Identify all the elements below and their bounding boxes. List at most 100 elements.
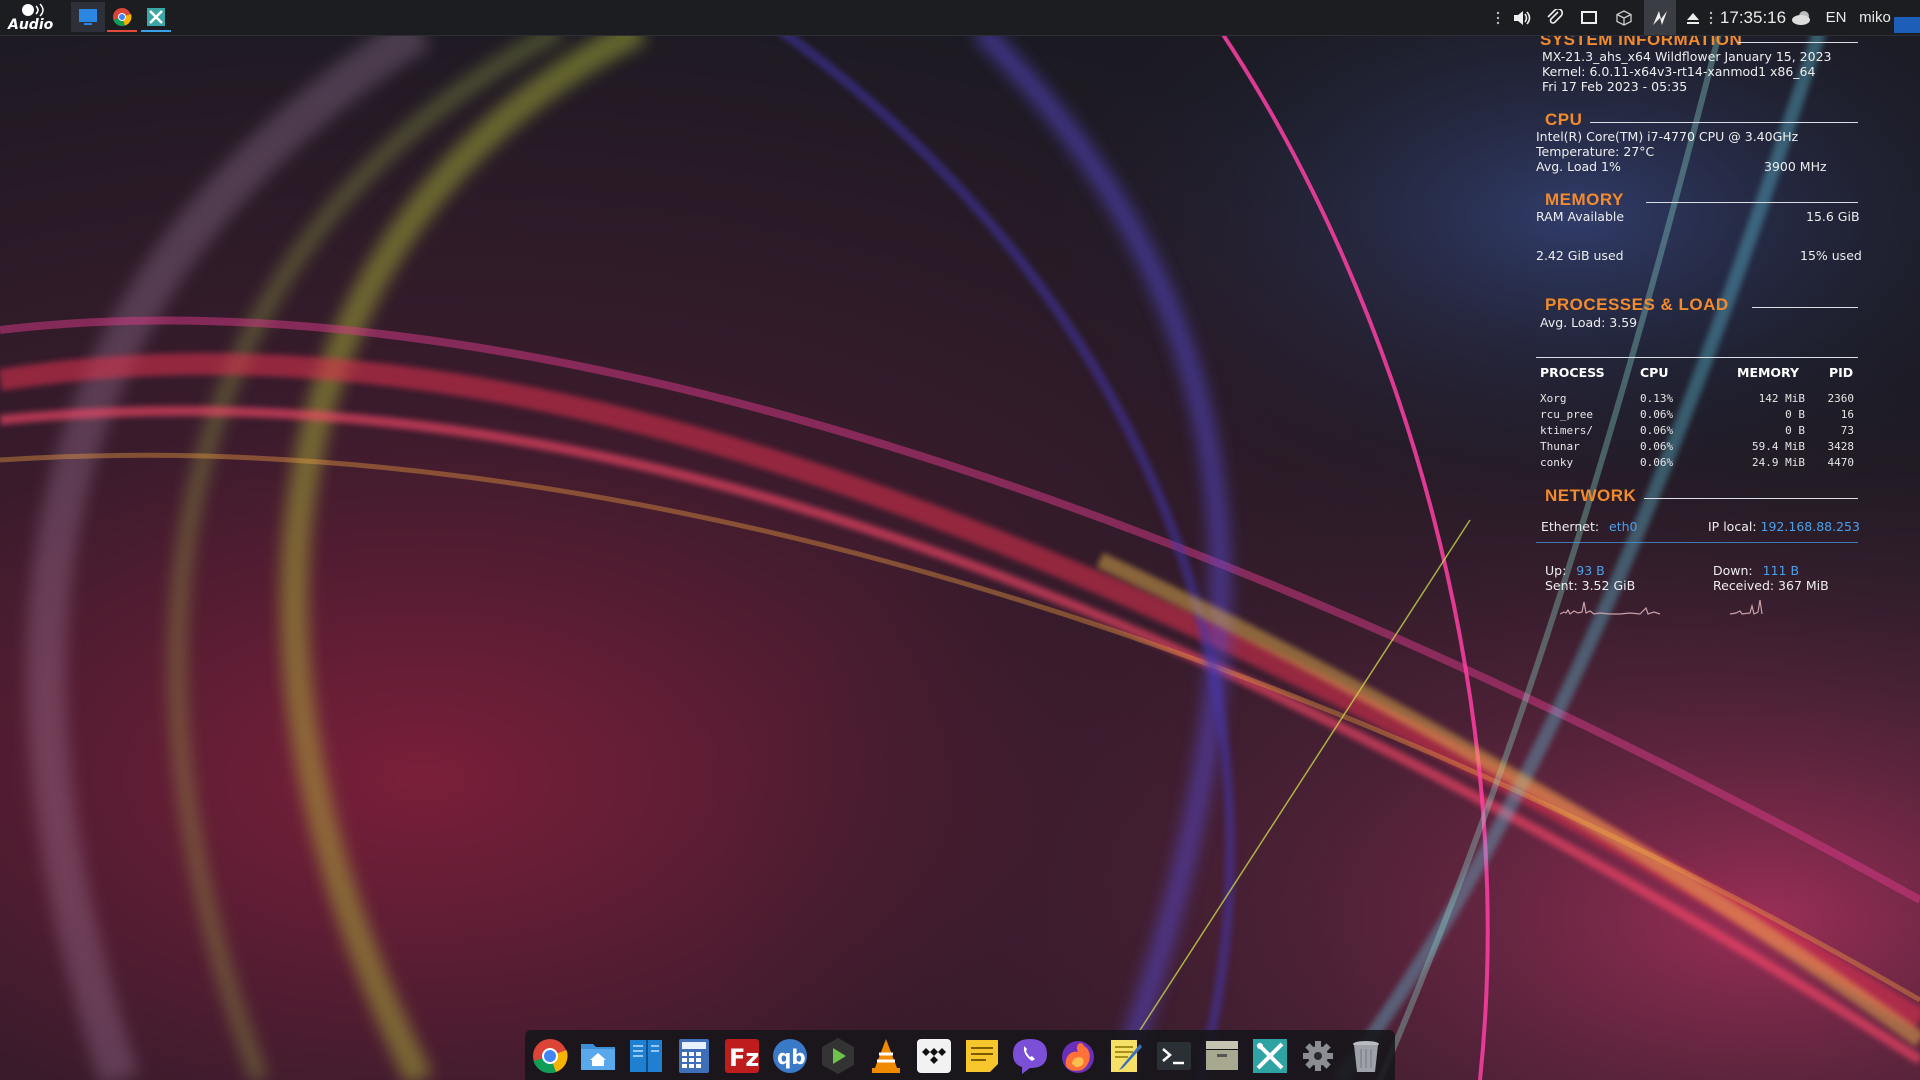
dock-item-files[interactable] bbox=[578, 1036, 618, 1076]
processes-avg-load: Avg. Load: 3.59 bbox=[1540, 315, 1638, 330]
dock-item-terminal[interactable] bbox=[1154, 1036, 1194, 1076]
dock-item-firefox[interactable] bbox=[1058, 1036, 1098, 1076]
dock-item-notes[interactable] bbox=[962, 1036, 1002, 1076]
taskbar-mx-tools[interactable] bbox=[139, 2, 173, 32]
taskbar-desktop[interactable] bbox=[71, 2, 105, 32]
filezilla-icon: Fz bbox=[725, 1039, 759, 1073]
process-cpu: 0.06% bbox=[1640, 456, 1674, 469]
process-name: Xorg bbox=[1540, 392, 1567, 405]
dock-item-viber[interactable] bbox=[1010, 1036, 1050, 1076]
column-header-memory: MEMORY bbox=[1737, 365, 1800, 380]
divider bbox=[1752, 307, 1858, 308]
divider bbox=[1536, 542, 1858, 543]
svg-text:Fz: Fz bbox=[729, 1044, 759, 1072]
tray-eject[interactable] bbox=[1681, 0, 1705, 35]
process-memory: 24.9 MiB bbox=[1752, 456, 1805, 469]
column-header-process: PROCESS bbox=[1540, 365, 1605, 380]
eject-icon bbox=[1687, 12, 1699, 24]
dock-item-text-editor[interactable] bbox=[1106, 1036, 1146, 1076]
process-pid: 16 bbox=[1840, 408, 1854, 421]
dock-item-vlc[interactable] bbox=[866, 1036, 906, 1076]
dock-item-settings[interactable] bbox=[1298, 1036, 1338, 1076]
mx-tools-icon bbox=[147, 8, 165, 26]
tray-weather[interactable] bbox=[1788, 0, 1816, 35]
dock-item-tidal[interactable] bbox=[914, 1036, 954, 1076]
tray-handle[interactable] bbox=[1494, 0, 1502, 35]
diy-audio-logo[interactable]: Audio bbox=[6, 2, 64, 33]
terminal-icon bbox=[1157, 1042, 1191, 1070]
show-desktop-button[interactable] bbox=[1894, 17, 1920, 33]
process-pid: 3428 bbox=[1827, 440, 1855, 453]
keyboard-language[interactable]: EN bbox=[1820, 0, 1852, 35]
process-memory: 59.4 MiB bbox=[1752, 440, 1805, 453]
tray-volume[interactable] bbox=[1508, 0, 1536, 35]
clock[interactable]: 17:35:16 bbox=[1718, 0, 1788, 35]
divider bbox=[1536, 357, 1858, 358]
clipboard-icon bbox=[1547, 8, 1564, 24]
divider bbox=[1644, 498, 1858, 499]
qbittorrent-icon: qb bbox=[773, 1039, 807, 1073]
ram-available-label: RAM Available bbox=[1536, 209, 1625, 224]
upload-info: Up: 93 B bbox=[1545, 563, 1605, 578]
cpu-title: CPU bbox=[1545, 110, 1583, 129]
memory-used-percent: 15% used bbox=[1800, 248, 1862, 263]
divider bbox=[1590, 122, 1858, 123]
taskbar-chrome[interactable] bbox=[105, 2, 139, 32]
notes-icon bbox=[966, 1040, 998, 1072]
memory-used: 2.42 GiB used bbox=[1536, 248, 1624, 263]
package-icon bbox=[1616, 9, 1632, 26]
download-graph bbox=[1730, 599, 1763, 615]
total-sent: Sent: 3.52 GiB bbox=[1545, 578, 1636, 593]
memory-title: MEMORY bbox=[1545, 190, 1624, 209]
cpu-avg-load: Avg. Load 1% bbox=[1536, 159, 1621, 174]
home-folder-icon bbox=[581, 1044, 615, 1070]
dock-item-book[interactable] bbox=[626, 1036, 666, 1076]
tray-clipboard[interactable] bbox=[1541, 0, 1569, 35]
ip-value: 192.168.88.253 bbox=[1760, 519, 1860, 534]
upload-label: Up: bbox=[1545, 563, 1567, 578]
upload-graph bbox=[1560, 601, 1661, 615]
dock-item-calculator[interactable] bbox=[674, 1036, 714, 1076]
process-name: ktimers/ bbox=[1540, 424, 1593, 437]
network-title: NETWORK bbox=[1545, 486, 1637, 505]
processes-title: PROCESSES & LOAD bbox=[1545, 295, 1729, 314]
display-icon bbox=[1581, 10, 1597, 24]
dock-item-trash[interactable] bbox=[1346, 1036, 1386, 1076]
tidal-icon bbox=[917, 1039, 951, 1073]
process-memory: 142 MiB bbox=[1758, 392, 1805, 405]
ram-available-value: 15.6 GiB bbox=[1806, 209, 1860, 224]
tray-display[interactable] bbox=[1575, 0, 1603, 35]
cpu-frequency: 3900 MHz bbox=[1764, 159, 1827, 174]
process-memory: 0 B bbox=[1785, 408, 1805, 421]
calculator-icon bbox=[679, 1039, 709, 1073]
process-cpu: 0.13% bbox=[1640, 392, 1674, 405]
dock-item-media-player[interactable] bbox=[818, 1036, 858, 1076]
firefox-icon bbox=[1062, 1041, 1094, 1073]
vlc-icon bbox=[872, 1039, 900, 1073]
trash-icon bbox=[1353, 1041, 1379, 1072]
book-icon bbox=[630, 1040, 662, 1072]
handle-icon bbox=[1496, 11, 1500, 24]
dock-item-chrome[interactable] bbox=[530, 1036, 570, 1076]
gear-icon bbox=[1303, 1041, 1333, 1071]
ip-label: IP local: bbox=[1708, 519, 1757, 534]
tray-package[interactable] bbox=[1610, 0, 1638, 35]
dock-item-qbittorrent[interactable]: qb bbox=[770, 1036, 810, 1076]
download-label: Down: bbox=[1713, 563, 1753, 578]
process-pid: 73 bbox=[1840, 424, 1854, 437]
weather-icon bbox=[1792, 10, 1810, 25]
tray-updates[interactable] bbox=[1644, 0, 1676, 35]
user-name[interactable]: miko bbox=[1855, 0, 1895, 35]
ethernet-info: Ethernet: eth0 bbox=[1541, 519, 1638, 534]
process-cpu: 0.06% bbox=[1640, 440, 1674, 453]
chrome-icon bbox=[533, 1039, 568, 1074]
tray-handle-2[interactable] bbox=[1707, 0, 1715, 35]
dock-item-archive-manager[interactable] bbox=[1202, 1036, 1242, 1076]
ip-info: IP local: 192.168.88.253 bbox=[1708, 519, 1860, 534]
dock-item-mx-tools[interactable] bbox=[1250, 1036, 1290, 1076]
process-pid: 4470 bbox=[1827, 456, 1855, 469]
desktop-icon bbox=[79, 9, 97, 25]
chrome-icon bbox=[113, 8, 132, 27]
dock-item-filezilla[interactable]: Fz bbox=[722, 1036, 762, 1076]
svg-text:Audio: Audio bbox=[7, 17, 54, 32]
